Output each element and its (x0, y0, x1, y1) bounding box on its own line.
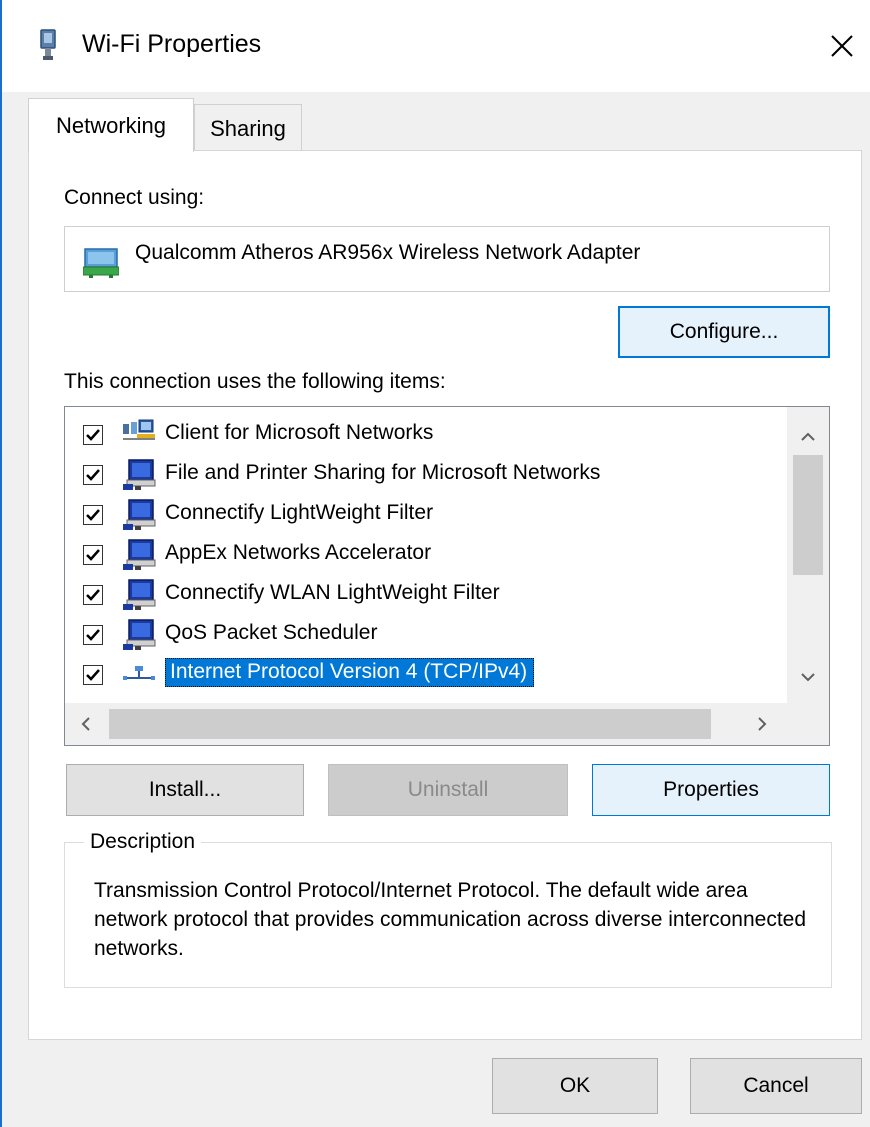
configure-button[interactable]: Configure... (618, 306, 830, 358)
network-service-icon (121, 458, 157, 492)
item-checkbox[interactable] (83, 585, 103, 605)
checkmark-icon (86, 549, 100, 561)
ok-button[interactable]: OK (492, 1058, 658, 1114)
scroll-left-button[interactable] (71, 709, 101, 739)
vertical-scrollbar[interactable] (787, 407, 829, 703)
item-checkbox[interactable] (83, 465, 103, 485)
list-item[interactable]: Connectify LightWeight Filter (65, 495, 785, 535)
item-checkbox[interactable] (83, 505, 103, 525)
list-item[interactable]: File and Printer Sharing for Microsoft N… (65, 455, 785, 495)
protocol-icon (121, 658, 157, 692)
item-label: Internet Protocol Version 4 (TCP/IPv4) (165, 658, 535, 687)
checkmark-icon (86, 509, 100, 521)
client-network-icon (121, 418, 157, 452)
network-service-icon (121, 618, 157, 652)
properties-button-label: Properties (663, 778, 759, 801)
item-checkbox[interactable] (83, 425, 103, 445)
network-service-icon (121, 538, 157, 572)
network-service-icon (121, 578, 157, 612)
chevron-down-icon (801, 673, 815, 682)
wifi-properties-dialog: Wi-Fi Properties Networking Sharing Conn… (0, 0, 870, 1127)
tab-sharing[interactable]: Sharing (194, 104, 302, 152)
checkmark-icon (86, 629, 100, 641)
install-button-label: Install... (148, 778, 222, 801)
list-item[interactable]: AppEx Networks Accelerator (65, 535, 785, 575)
chevron-up-icon (801, 432, 815, 441)
tab-networking[interactable]: Networking (28, 98, 194, 152)
description-text: Transmission Control Protocol/Internet P… (94, 879, 807, 960)
item-label: Client for Microsoft Networks (165, 421, 434, 444)
network-adapter-icon (82, 247, 120, 284)
list-item[interactable]: QoS Packet Scheduler (65, 615, 785, 655)
adapter-field: Qualcomm Atheros AR956x Wireless Network… (64, 226, 830, 292)
scroll-down-button[interactable] (787, 663, 829, 691)
checkmark-icon (86, 669, 100, 681)
cancel-button-label: Cancel (743, 1074, 809, 1097)
uninstall-button-label: Uninstall (407, 778, 489, 801)
checkmark-icon (86, 469, 100, 481)
list-item[interactable]: Connectify WLAN LightWeight Filter (65, 575, 785, 615)
list-item[interactable]: Client for Microsoft Networks (65, 415, 785, 455)
scrollbar-corner (787, 703, 829, 745)
items-label: This connection uses the following items… (64, 370, 446, 393)
uninstall-button[interactable]: Uninstall (328, 764, 568, 816)
install-button[interactable]: Install... (66, 764, 304, 816)
scroll-right-button[interactable] (747, 709, 777, 739)
item-label: QoS Packet Scheduler (165, 621, 378, 644)
items-list[interactable]: Client for Microsoft Networks File and Pr… (64, 406, 830, 746)
item-label: Connectify WLAN LightWeight Filter (165, 581, 500, 604)
properties-button[interactable]: Properties (592, 764, 830, 816)
checkmark-icon (86, 429, 100, 441)
horizontal-scrollbar[interactable] (65, 703, 787, 745)
vertical-scroll-thumb[interactable] (793, 455, 823, 575)
chevron-left-icon (81, 717, 90, 731)
item-label: File and Printer Sharing for Microsoft N… (165, 461, 601, 484)
ok-button-label: OK (559, 1074, 591, 1097)
network-service-icon (121, 498, 157, 532)
checkmark-icon (86, 589, 100, 601)
description-legend: Description (84, 830, 202, 854)
network-adapter-icon (38, 28, 58, 62)
window-title: Wi-Fi Properties (82, 30, 262, 58)
close-button[interactable] (814, 18, 870, 74)
horizontal-scroll-thumb[interactable] (109, 709, 711, 739)
connect-using-label: Connect using: (64, 186, 205, 209)
list-item[interactable]: Internet Protocol Version 4 (TCP/IPv4) (65, 655, 785, 695)
adapter-name: Qualcomm Atheros AR956x Wireless Network… (135, 241, 641, 264)
configure-button-label: Configure... (669, 320, 779, 343)
cancel-button[interactable]: Cancel (690, 1058, 862, 1114)
item-label: AppEx Networks Accelerator (165, 541, 432, 564)
item-label: Connectify LightWeight Filter (165, 501, 434, 524)
title-bar[interactable]: Wi-Fi Properties (2, 0, 870, 92)
item-checkbox[interactable] (83, 625, 103, 645)
scroll-up-button[interactable] (787, 423, 829, 451)
item-checkbox[interactable] (83, 665, 103, 685)
item-checkbox[interactable] (83, 545, 103, 565)
chevron-right-icon (758, 717, 767, 731)
close-icon (831, 35, 853, 57)
